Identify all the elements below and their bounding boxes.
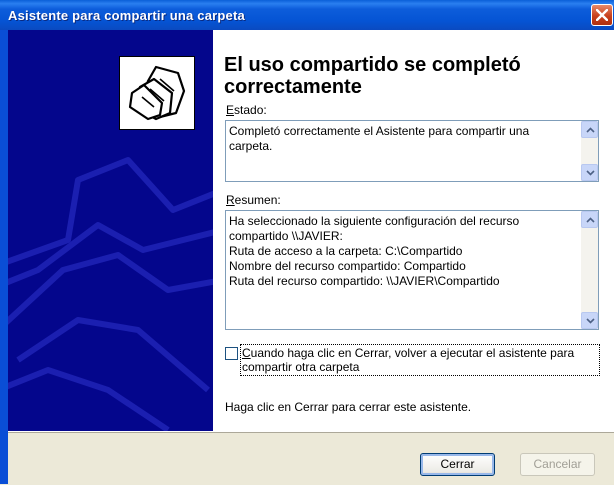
scroll-down-button[interactable] [581,312,598,329]
estado-scrollbar[interactable] [581,121,598,181]
shared-folders-icon [128,65,186,121]
button-bar: Cerrar Cancelar [8,431,614,485]
wizard-side-panel [8,30,213,431]
estado-text: Completó correctamente el Asistente para… [229,124,530,153]
title-bar[interactable]: Asistente para compartir una carpeta [0,0,614,30]
resumen-label-hotkey: R [226,193,235,207]
footer-instruction: Haga clic en Cerrar para cerrar este asi… [225,400,472,414]
resumen-label-rest: esumen: [234,193,281,207]
resumen-text: Ha seleccionado la siguiente configuraci… [229,214,520,288]
cancel-button[interactable]: Cancelar [520,453,595,476]
scroll-up-button[interactable] [581,121,598,138]
scroll-down-button[interactable] [581,164,598,181]
rerun-wizard-label[interactable]: Cuando haga clic en Cerrar, volver a eje… [240,344,600,376]
estado-textbox[interactable]: Completó correctamente el Asistente para… [225,120,599,182]
resumen-scrollbar[interactable] [581,211,598,329]
chevron-down-icon [586,318,595,324]
rerun-wizard-hotkey: C [242,346,251,360]
chevron-down-icon [586,170,595,176]
resumen-label: Resumen: [226,193,281,207]
chevron-up-icon [586,127,595,133]
scroll-up-button[interactable] [581,211,598,228]
close-button[interactable]: Cerrar [420,453,495,476]
page-title: El uso compartido se completó correctame… [224,54,521,98]
close-icon [596,9,608,21]
estado-label-hotkey: E [226,103,235,117]
rerun-wizard-checkbox[interactable] [225,347,238,360]
estado-label: Estado: [226,103,267,117]
window-close-button[interactable] [591,4,613,26]
rerun-wizard-label-rest: uando haga clic en Cerrar, volver a ejec… [242,346,575,374]
resumen-textbox[interactable]: Ha seleccionado la siguiente configuraci… [225,210,599,330]
wizard-content: El uso compartido se completó correctame… [213,30,614,431]
window-title: Asistente para compartir una carpeta [8,8,245,23]
wizard-icon-box [119,56,195,130]
estado-label-rest: stado: [234,103,267,117]
chevron-up-icon [586,217,595,223]
window-frame-left [0,30,8,484]
